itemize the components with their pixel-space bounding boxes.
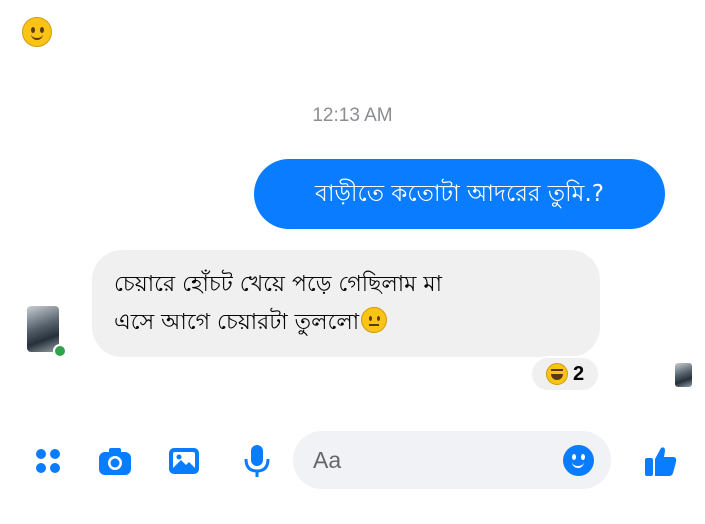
incoming-message-line: চেয়ারে হোঁচট খেয়ে পড়ে গেছিলাম মা	[114, 272, 442, 297]
incoming-message-text: এসে আগে চেয়ারটা তুললো	[114, 310, 360, 335]
message-input[interactable]: Aa	[293, 431, 611, 489]
grinning-squinting-face-icon	[545, 363, 568, 385]
neutral-face-icon	[361, 307, 388, 333]
message-input-placeholder: Aa	[313, 447, 342, 473]
reaction-count: 2	[572, 362, 585, 385]
emoji-mouth	[31, 31, 43, 40]
image-icon[interactable]	[166, 443, 202, 479]
slightly-smiling-face-icon	[22, 17, 52, 47]
message-timestamp: 12:13 AM	[312, 105, 393, 126]
incoming-message-bubble[interactable]: চেয়ারে হোঁচট খেয়ে পড়ে গেছিলাম মা এসে …	[92, 250, 600, 357]
emoji-icon[interactable]	[563, 445, 594, 476]
incoming-message-line-2: এসে আগে চেয়ারটা তুললো	[114, 304, 578, 342]
camera-icon[interactable]	[97, 443, 133, 479]
outgoing-message-bubble[interactable]: বাড়ীতে কতোটা আদরের তুমি.?	[254, 159, 665, 229]
microphone-icon[interactable]	[239, 443, 275, 479]
menu-dots-icon[interactable]	[30, 443, 66, 479]
read-receipt-avatar	[675, 363, 692, 387]
message-reaction[interactable]: 2	[530, 356, 600, 392]
like-icon[interactable]	[643, 443, 679, 479]
online-status-dot	[53, 344, 67, 358]
